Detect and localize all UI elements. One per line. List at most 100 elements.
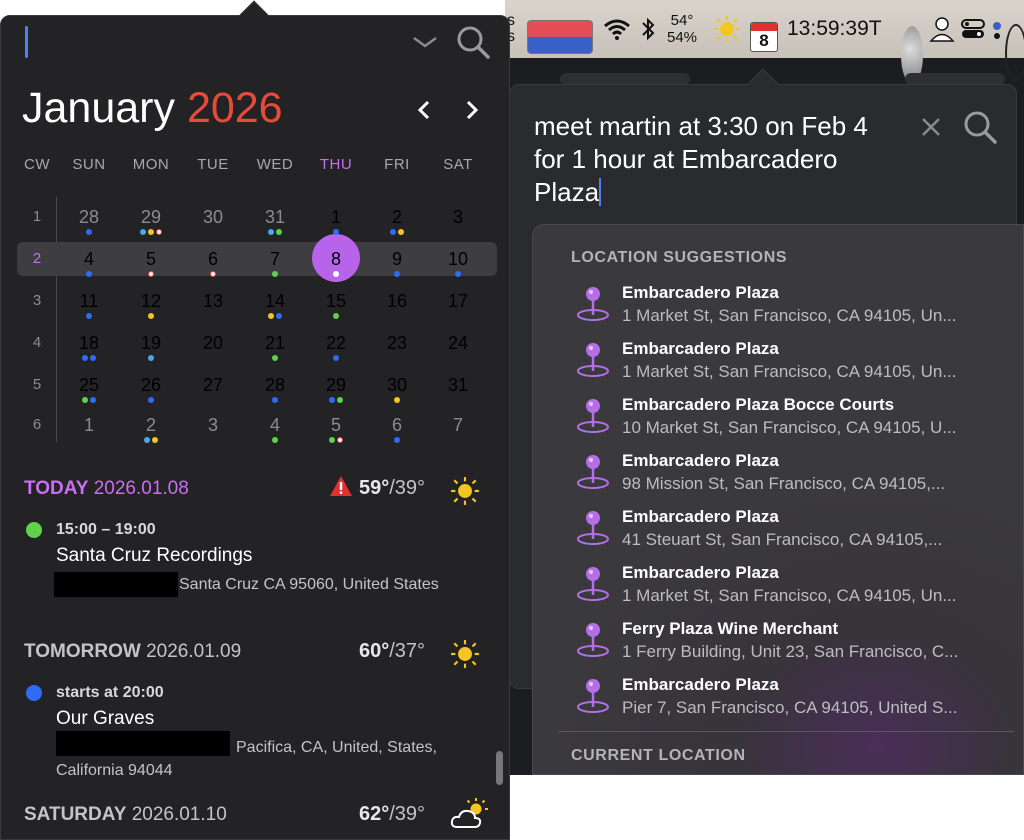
day-cell[interactable]: 9: [372, 248, 422, 286]
day-cell[interactable]: 10: [433, 248, 483, 286]
day-cell[interactable]: 29: [311, 374, 361, 412]
map-pin-icon: [577, 511, 609, 545]
event-title[interactable]: Santa Cruz Recordings: [56, 545, 252, 567]
weather-sun-icon[interactable]: [713, 0, 741, 58]
chevron-left-icon[interactable]: [414, 99, 436, 121]
chevron-right-icon[interactable]: [460, 99, 482, 121]
day-cell[interactable]: 22: [311, 332, 361, 370]
chevron-down-icon[interactable]: [411, 34, 439, 50]
location-suggestion[interactable]: Embarcadero Plaza 1 Market St, San Franc…: [576, 339, 1006, 391]
day-cell[interactable]: 29: [126, 206, 176, 244]
day-cell[interactable]: 6: [188, 248, 238, 286]
map-pin-icon: [577, 287, 609, 321]
day-cell[interactable]: 7: [433, 414, 483, 452]
day-cell[interactable]: 28: [64, 206, 114, 244]
day-cell[interactable]: 15: [311, 290, 361, 328]
header-cw: CW: [24, 156, 50, 173]
week-number: 2: [32, 250, 42, 267]
day-cell[interactable]: 6: [372, 414, 422, 452]
day-cell[interactable]: 19: [126, 332, 176, 370]
day-cell[interactable]: 2: [372, 206, 422, 244]
day-cell[interactable]: 4: [250, 414, 300, 452]
day-cell[interactable]: 26: [126, 374, 176, 412]
location-suggestion[interactable]: Embarcadero Plaza 1 Market St, San Franc…: [576, 283, 1006, 335]
day-cell[interactable]: 23: [372, 332, 422, 370]
section-divider: [558, 731, 1014, 732]
menubar-clock[interactable]: 13:59:39T: [787, 0, 882, 58]
day-cell[interactable]: 5: [126, 248, 176, 286]
user-icon[interactable]: [929, 0, 955, 58]
day-cell[interactable]: 3: [433, 206, 483, 244]
day-cell[interactable]: 17: [433, 290, 483, 328]
day-cell[interactable]: 24: [433, 332, 483, 370]
weather-alert-icon[interactable]: [329, 475, 353, 497]
day-cell[interactable]: 30: [372, 374, 422, 412]
agenda-scrollbar[interactable]: [496, 751, 503, 785]
week-number: 3: [32, 292, 42, 309]
cpu-graph-icon[interactable]: [527, 20, 593, 54]
day-cell[interactable]: 31: [250, 206, 300, 244]
close-icon[interactable]: [920, 116, 942, 138]
current-location-header: CURRENT LOCATION: [571, 747, 746, 764]
day-cell[interactable]: 11: [64, 290, 114, 328]
agenda-tomorrow-header: TOMORROW 2026.01.09: [24, 641, 242, 662]
day-cell[interactable]: 13: [188, 290, 238, 328]
day-cell[interactable]: 5: [311, 414, 361, 452]
day-cell[interactable]: 4: [64, 248, 114, 286]
day-cell[interactable]: 7: [250, 248, 300, 286]
location-suggestions-header: LOCATION SUGGESTIONS: [571, 249, 788, 266]
partly-cloudy-icon: [449, 797, 489, 836]
day-cell[interactable]: 3: [188, 414, 238, 452]
event-location: California 94044: [56, 762, 173, 779]
day-cell[interactable]: 2: [126, 414, 176, 452]
week-number: 6: [32, 416, 42, 433]
location-suggestion[interactable]: Embarcadero Plaza Pier 7, San Francisco,…: [576, 675, 1006, 727]
redacted-block: [54, 572, 178, 597]
siri-icon[interactable]: [991, 0, 1005, 58]
search-icon[interactable]: [455, 24, 491, 60]
day-cell[interactable]: 27: [188, 374, 238, 412]
event-location: Pacifica, CA, United, States,: [236, 739, 437, 756]
map-pin-icon: [577, 567, 609, 601]
event-time: 15:00 – 19:00: [56, 521, 156, 538]
day-cell-today[interactable]: 8: [311, 248, 361, 286]
day-cell[interactable]: 18: [64, 332, 114, 370]
day-cell[interactable]: 25: [64, 374, 114, 412]
week-number: 1: [32, 208, 42, 225]
search-input[interactable]: [25, 26, 28, 58]
day-cell[interactable]: 31: [433, 374, 483, 412]
day-cell[interactable]: 28: [250, 374, 300, 412]
redacted-block: [56, 731, 230, 756]
control-center-icon[interactable]: [961, 0, 985, 58]
header-fri: FRI: [384, 156, 410, 173]
search-icon[interactable]: [962, 109, 998, 145]
bluetooth-icon[interactable]: [641, 0, 655, 58]
sensor-readout[interactable]: 54° 54%: [667, 0, 697, 58]
day-cell[interactable]: 12: [126, 290, 176, 328]
day-cell[interactable]: 14: [250, 290, 300, 328]
location-suggestion[interactable]: Embarcadero Plaza 98 Mission St, San Fra…: [576, 451, 1006, 503]
sun-icon: [450, 639, 480, 674]
day-cell[interactable]: 21: [250, 332, 300, 370]
wifi-icon[interactable]: [603, 0, 631, 58]
month-title: January 2026: [22, 84, 283, 132]
calendar-icon[interactable]: 8: [750, 22, 778, 52]
location-suggestion[interactable]: Ferry Plaza Wine Merchant 1 Ferry Buildi…: [576, 619, 1006, 671]
clock-icon[interactable]: [1005, 24, 1024, 82]
day-cell[interactable]: 1: [64, 414, 114, 452]
location-suggestion[interactable]: Embarcadero Plaza Bocce Courts 10 Market…: [576, 395, 1006, 447]
map-pin-icon: [577, 679, 609, 713]
day-cell[interactable]: 20: [188, 332, 238, 370]
event-title[interactable]: Our Graves: [56, 708, 154, 730]
location-suggestion[interactable]: Embarcadero Plaza 1 Market St, San Franc…: [576, 563, 1006, 615]
header-mon: MON: [132, 156, 170, 173]
agenda-saturday-header: SATURDAY 2026.01.10: [24, 804, 227, 825]
day-cell[interactable]: 30: [188, 206, 238, 244]
event-entry-input[interactable]: meet martin at 3:30 on Feb 4 for 1 hour …: [534, 110, 904, 209]
agenda-today-header: TODAY 2026.01.08: [24, 478, 189, 499]
day-cell[interactable]: 1: [311, 206, 361, 244]
location-suggestion[interactable]: Embarcadero Plaza 41 Steuart St, San Fra…: [576, 507, 1006, 559]
day-cell[interactable]: 16: [372, 290, 422, 328]
event-calendar-dot: [26, 685, 42, 701]
sun-icon: [450, 476, 480, 511]
